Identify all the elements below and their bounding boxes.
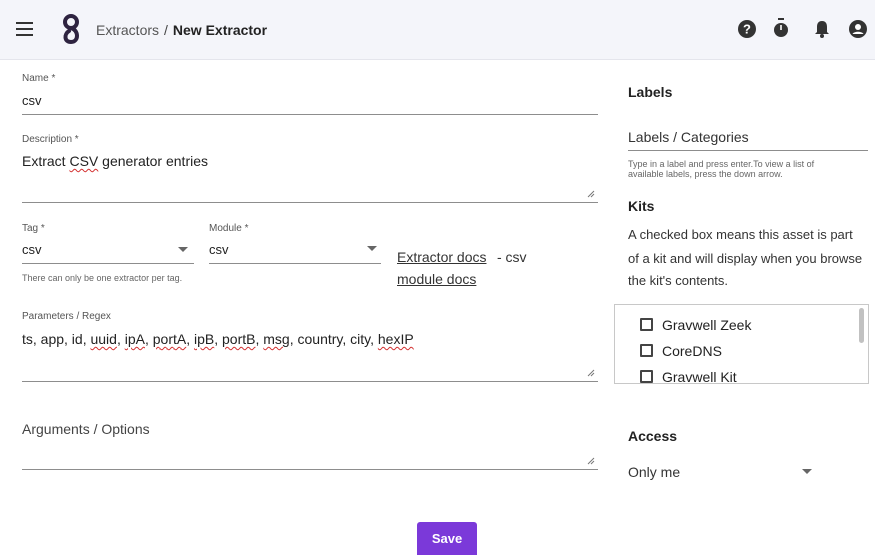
param-token: uuid xyxy=(90,331,117,347)
parameters-textarea[interactable]: ts, app, id, uuid, ipA, portA, ipB, port… xyxy=(22,331,414,347)
resize-handle-icon[interactable] xyxy=(587,369,595,377)
description-label: Description * xyxy=(22,134,79,145)
kits-scrollbar[interactable] xyxy=(859,308,864,343)
tag-underline xyxy=(22,263,194,264)
param-token: ts, app, id, xyxy=(22,331,91,347)
top-bar: Extractors / New Extractor ? xyxy=(0,0,875,60)
kit-checkbox[interactable] xyxy=(640,318,653,331)
timer-icon[interactable] xyxy=(773,18,789,38)
access-chevron-down-icon[interactable] xyxy=(802,469,812,474)
name-input[interactable]: csv xyxy=(22,93,42,108)
module-label: Module * xyxy=(209,223,249,234)
svg-text:?: ? xyxy=(743,22,751,37)
param-token: , xyxy=(116,331,125,347)
extractor-docs-link[interactable]: Extractor docs xyxy=(397,249,486,265)
param-token: ipA xyxy=(124,331,145,347)
kit-checkbox[interactable] xyxy=(640,344,653,357)
description-text: generator entries xyxy=(98,153,208,169)
param-token: hexIP xyxy=(377,331,414,347)
breadcrumb: Extractors / New Extractor xyxy=(96,22,267,38)
param-token: , country, city, xyxy=(289,331,378,347)
description-underline xyxy=(22,202,598,203)
breadcrumb-extractors[interactable]: Extractors xyxy=(96,22,159,38)
resize-handle-icon[interactable] xyxy=(587,457,595,465)
labels-input[interactable]: Labels / Categories xyxy=(628,129,749,145)
module-underline xyxy=(209,263,381,264)
labels-helper-text: Type in a label and press enter.To view … xyxy=(628,159,815,169)
name-underline xyxy=(22,114,598,115)
kit-name: Gravwell Zeek xyxy=(662,317,752,333)
kit-name: CoreDNS xyxy=(662,343,722,359)
param-token: portA xyxy=(152,331,187,347)
labels-helper-text: available labels, press the down arrow. xyxy=(628,169,783,179)
kits-heading: Kits xyxy=(628,198,655,214)
module-select[interactable]: csv xyxy=(209,242,229,257)
access-heading: Access xyxy=(628,428,678,444)
kits-description: A checked box means this asset is part xyxy=(628,227,853,242)
module-chevron-down-icon[interactable] xyxy=(367,246,377,251)
account-icon[interactable] xyxy=(849,20,867,38)
tag-select[interactable]: csv xyxy=(22,242,42,257)
tag-helper-text: There can only be one extractor per tag. xyxy=(22,273,183,283)
parameters-label: Parameters / Regex xyxy=(22,311,111,322)
param-token: ipB xyxy=(194,331,215,347)
kit-name: Gravwell Kit xyxy=(662,369,737,384)
description-text: CSV xyxy=(69,153,99,169)
resize-handle-icon[interactable] xyxy=(587,190,595,198)
help-icon[interactable]: ? xyxy=(738,20,756,38)
param-token: , xyxy=(214,331,223,347)
param-token: , xyxy=(144,331,153,347)
menu-icon[interactable] xyxy=(14,18,36,40)
breadcrumb-separator: / xyxy=(164,22,168,38)
page-title: New Extractor xyxy=(172,22,268,38)
name-label: Name * xyxy=(22,73,56,84)
access-select[interactable]: Only me xyxy=(628,464,680,480)
description-text: Extract xyxy=(22,153,70,169)
tag-label: Tag * xyxy=(22,223,45,234)
tag-chevron-down-icon[interactable] xyxy=(178,247,188,252)
param-token: , xyxy=(186,331,194,347)
labels-heading: Labels xyxy=(628,84,673,100)
labels-underline xyxy=(628,150,868,151)
arguments-underline xyxy=(22,469,598,470)
gravwell-logo[interactable] xyxy=(61,14,81,44)
docs-module-name: - csv xyxy=(497,249,527,265)
param-token: portB xyxy=(222,331,256,347)
kits-description: the kit's contents. xyxy=(628,273,729,288)
parameters-underline xyxy=(22,381,598,382)
save-button[interactable]: Save xyxy=(417,522,477,555)
kits-list[interactable]: Gravwell Zeek CoreDNS Gravwell Kit xyxy=(614,304,869,384)
kit-checkbox[interactable] xyxy=(640,370,653,383)
description-textarea[interactable]: Extract CSV generator entries xyxy=(22,153,208,169)
param-token: msg xyxy=(263,331,290,347)
module-docs-link[interactable]: module docs xyxy=(397,271,476,287)
bell-icon[interactable] xyxy=(814,20,830,38)
arguments-textarea[interactable]: Arguments / Options xyxy=(22,421,150,437)
kits-description: of a kit and will display when you brows… xyxy=(628,251,863,266)
